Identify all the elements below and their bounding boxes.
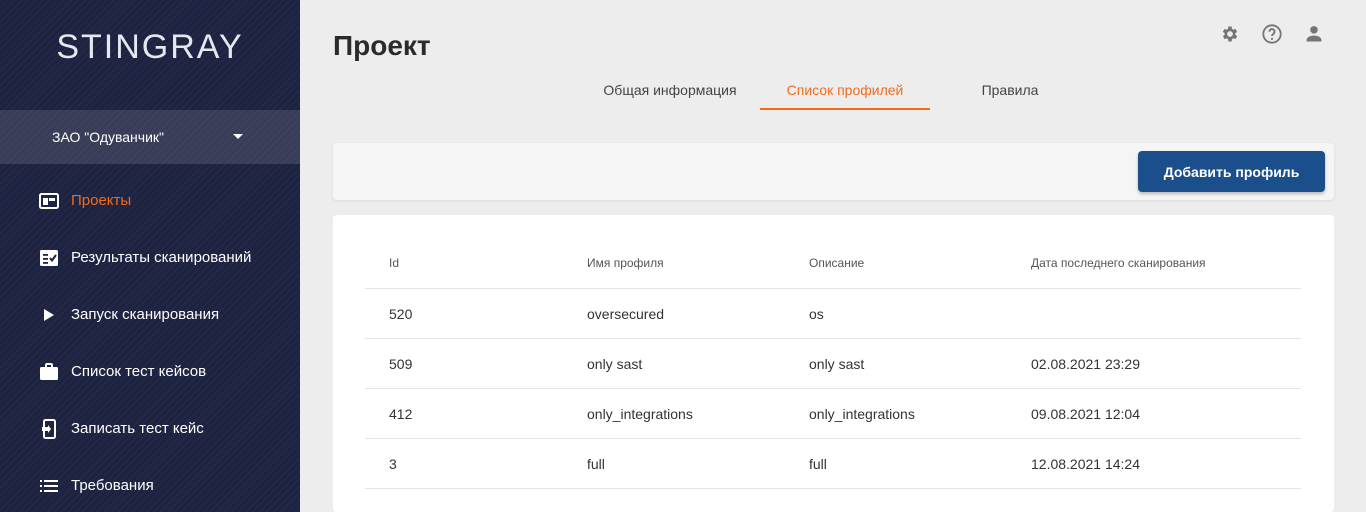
tabs: Общая информация Список профилей Правила [580, 70, 1090, 110]
logo: STINGRAY [56, 28, 244, 66]
help-icon[interactable] [1260, 22, 1284, 46]
table-row[interactable]: 412 only_integrations only_integrations … [365, 389, 1301, 439]
cell-profile-name: only sast [587, 355, 643, 372]
add-profile-button[interactable]: Добавить профиль [1138, 151, 1325, 192]
chevron-down-icon [233, 134, 243, 139]
toolbar: Добавить профиль [333, 143, 1334, 200]
cell-last-scan-date: 09.08.2021 12:04 [1031, 405, 1140, 422]
sidebar-item-label: Список тест кейсов [71, 363, 207, 380]
tab-general-info[interactable]: Общая информация [580, 70, 760, 110]
settings-icon[interactable] [1218, 22, 1242, 46]
column-header-id[interactable]: Id [365, 256, 587, 270]
profiles-table: Id Имя профиля Описание Дата последнего … [365, 237, 1301, 489]
sidebar-item-label: Требования [71, 477, 154, 494]
briefcase-icon [38, 362, 60, 381]
cell-description: only sast [809, 355, 865, 372]
cell-id: 412 [389, 405, 413, 422]
cell-id: 520 [389, 305, 413, 322]
table-row[interactable]: 520 oversecured os [365, 289, 1301, 339]
sidebar-item-test-cases[interactable]: Список тест кейсов [0, 343, 300, 400]
tab-rules[interactable]: Правила [930, 70, 1090, 110]
cell-profile-name: only_integrations [587, 405, 693, 422]
table-row[interactable]: 509 only sast only sast 02.08.2021 23:29 [365, 339, 1301, 389]
cell-description: os [809, 305, 824, 322]
profiles-table-card: Id Имя профиля Описание Дата последнего … [333, 215, 1334, 512]
sidebar-item-start-scan[interactable]: Запуск сканирования [0, 286, 300, 343]
record-device-icon [38, 418, 60, 439]
sidebar-item-label: Результаты сканирований [71, 249, 252, 266]
organization-select[interactable]: ЗАО "Одуванчик" [0, 110, 300, 164]
sidebar-nav: Проекты Результаты сканирований Запуск с… [0, 172, 300, 512]
sidebar-item-label: Записать тест кейс [71, 420, 204, 437]
sidebar-item-scan-results[interactable]: Результаты сканирований [0, 229, 300, 286]
sidebar-item-projects[interactable]: Проекты [0, 172, 300, 229]
sidebar-item-label: Проекты [71, 192, 132, 209]
projects-icon [38, 192, 60, 210]
cell-last-scan-date: 12.08.2021 14:24 [1031, 455, 1140, 472]
cell-id: 509 [389, 355, 413, 372]
main-content: Проект Общая информация Список профилей … [300, 0, 1366, 512]
header-actions [1218, 22, 1326, 46]
cell-profile-name: oversecured [587, 305, 665, 322]
cell-profile-name: full [587, 455, 605, 472]
cell-last-scan-date: 02.08.2021 23:29 [1031, 355, 1140, 372]
sidebar-item-record-test-case[interactable]: Записать тест кейс [0, 400, 300, 457]
table-header-row: Id Имя профиля Описание Дата последнего … [365, 237, 1301, 289]
user-icon[interactable] [1302, 22, 1326, 46]
cell-id: 3 [389, 455, 397, 472]
column-header-profile-name[interactable]: Имя профиля [587, 256, 809, 270]
sidebar: STINGRAY ЗАО "Одуванчик" Проекты Результ… [0, 0, 300, 512]
cell-description: only_integrations [809, 405, 915, 422]
play-icon [38, 306, 60, 324]
organization-name: ЗАО "Одуванчик" [52, 129, 164, 145]
sidebar-item-requirements[interactable]: Требования [0, 457, 300, 512]
scan-results-icon [38, 249, 60, 267]
sidebar-item-label: Запуск сканирования [71, 306, 220, 323]
list-icon [38, 477, 60, 495]
page-title: Проект [333, 30, 431, 61]
cell-description: full [809, 455, 827, 472]
tab-profiles-list[interactable]: Список профилей [760, 70, 930, 110]
table-row[interactable]: 3 full full 12.08.2021 14:24 [365, 439, 1301, 489]
column-header-description[interactable]: Описание [809, 256, 1031, 270]
column-header-last-scan-date[interactable]: Дата последнего сканирования [1031, 256, 1301, 270]
